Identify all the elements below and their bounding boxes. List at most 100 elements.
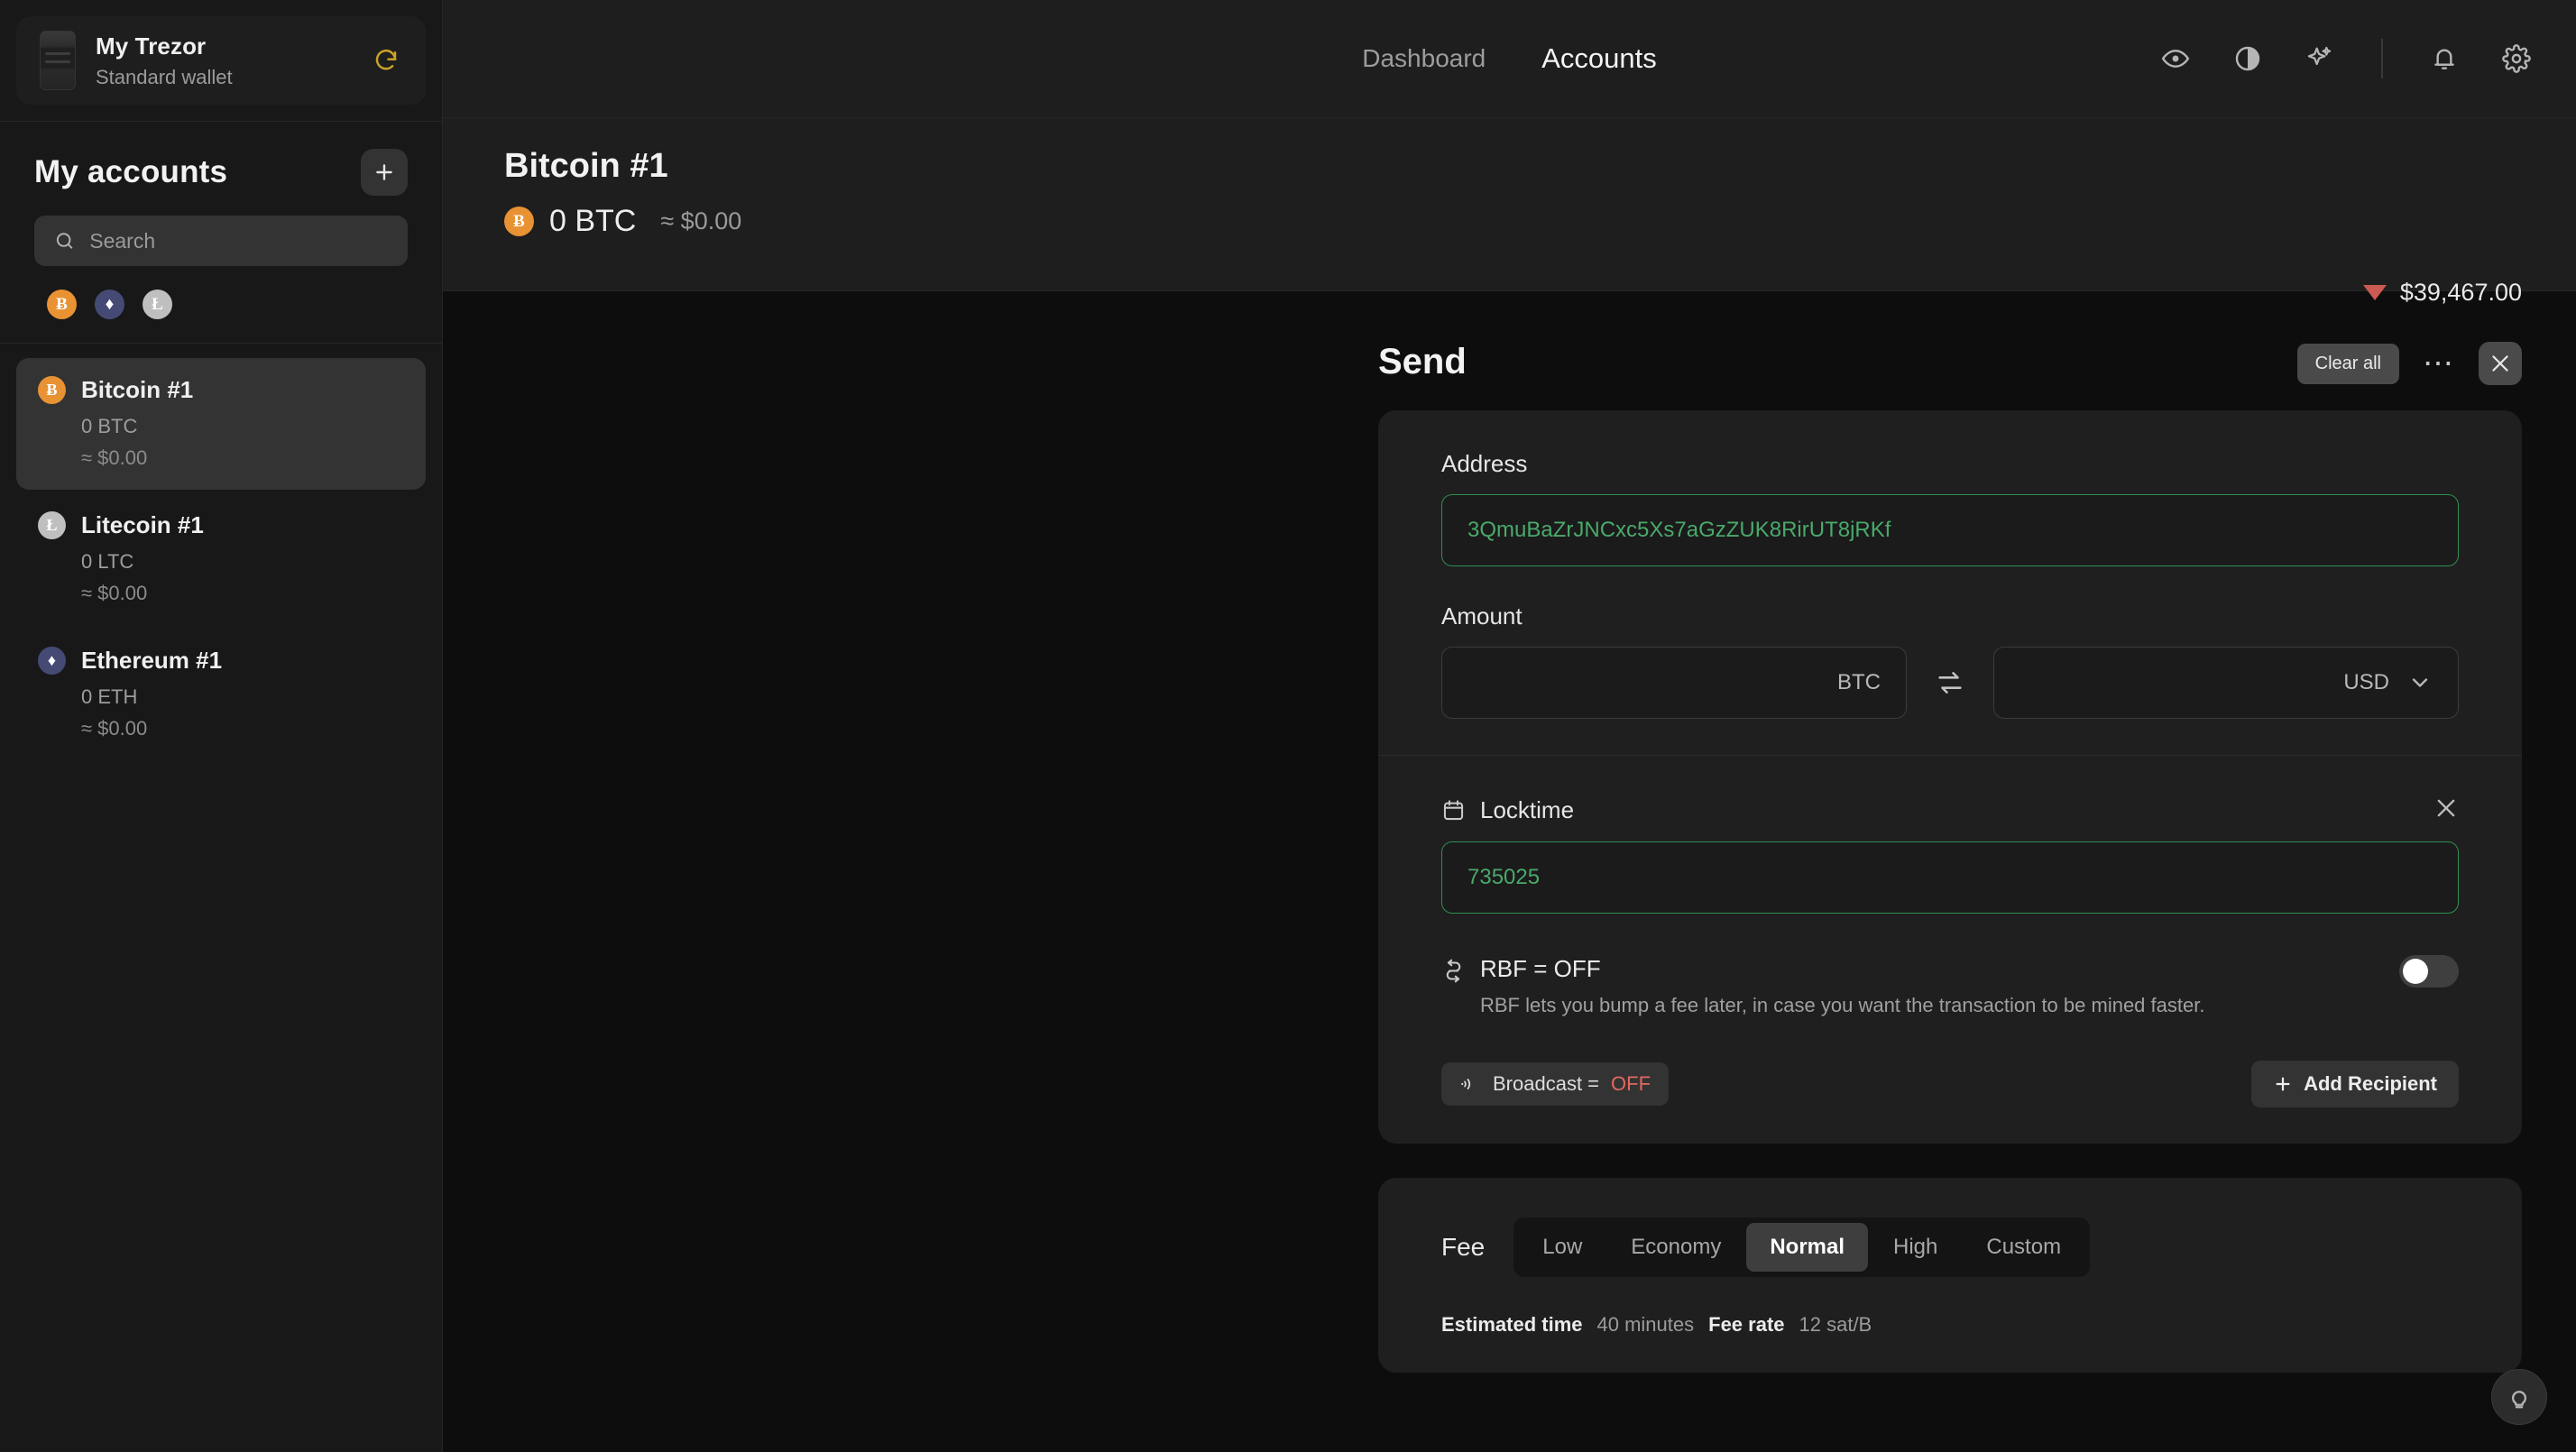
litecoin-icon: Ł bbox=[152, 294, 163, 314]
fee-row: Fee Low Economy Normal High Custom bbox=[1441, 1218, 2459, 1277]
accounts-header: My accounts bbox=[0, 122, 442, 196]
coin-glyph: Ƀ bbox=[513, 211, 525, 231]
sparkle-icon[interactable] bbox=[2298, 37, 2341, 80]
send-form-card: Address 3QmuBaZrJNCxc5Xs7aGzZUK8RirUT8jR… bbox=[1378, 410, 2522, 1144]
plus-icon bbox=[376, 164, 392, 180]
add-recipient-button[interactable]: Add Recipient bbox=[2251, 1061, 2459, 1107]
locktime-label: Locktime bbox=[1480, 796, 1575, 823]
coin-filter-ethereum[interactable]: ♦ bbox=[95, 289, 124, 319]
ethereum-icon: ♦ bbox=[105, 294, 115, 314]
broadcast-toggle-badge[interactable]: Broadcast = OFF bbox=[1441, 1062, 1670, 1106]
locktime-value: 735025 bbox=[1467, 865, 1541, 889]
add-recipient-label: Add Recipient bbox=[2304, 1072, 2437, 1095]
fee-card: Fee Low Economy Normal High Custom Estim… bbox=[1378, 1178, 2522, 1373]
eye-icon[interactable] bbox=[2154, 37, 2197, 80]
close-icon bbox=[2492, 355, 2508, 372]
fee-tab-low[interactable]: Low bbox=[1519, 1223, 1605, 1272]
close-send-button[interactable] bbox=[2479, 342, 2522, 385]
sidebar: My Trezor Standard wallet My accounts Se… bbox=[0, 0, 443, 1452]
coin-filter-row: Ƀ ♦ Ł bbox=[0, 266, 442, 319]
device-name: My Trezor bbox=[96, 32, 207, 60]
amount-crypto-input[interactable]: BTC bbox=[1441, 647, 1907, 719]
account-name-row: Ł Litecoin #1 bbox=[38, 511, 404, 539]
tab-accounts[interactable]: Accounts bbox=[1541, 42, 1657, 75]
account-balance-fiat: ≈ $0.00 bbox=[660, 207, 742, 234]
bitcoin-icon: Ƀ bbox=[504, 207, 534, 236]
fee-level-tabs: Low Economy Normal High Custom bbox=[1513, 1218, 2091, 1277]
search-input[interactable] bbox=[89, 228, 388, 253]
contrast-icon[interactable] bbox=[2226, 37, 2269, 80]
send-header: Send Clear all ⋯ bbox=[443, 291, 2576, 385]
account-name: Ethereum #1 bbox=[81, 647, 223, 674]
main-area: Dashboard Accounts Bitcoin #1 Ƀ 0 BTC ≈ … bbox=[443, 0, 2576, 1452]
fee-tab-high[interactable]: High bbox=[1870, 1223, 1961, 1272]
toggle-knob bbox=[2403, 959, 2428, 984]
amount-row: BTC USD bbox=[1441, 647, 2459, 719]
account-fiat: ≈ $0.00 bbox=[81, 582, 148, 604]
tab-dashboard[interactable]: Dashboard bbox=[1362, 44, 1486, 73]
device-meta: My Trezor Standard wallet bbox=[96, 32, 350, 89]
close-icon bbox=[2437, 799, 2455, 817]
coin-filter-bitcoin[interactable]: Ƀ bbox=[47, 289, 77, 319]
bitcoin-icon: Ƀ bbox=[38, 376, 66, 404]
fee-meta-row: Estimated time 40 minutes Fee rate 12 sa… bbox=[1441, 1313, 2459, 1337]
fee-rate-label: Fee rate bbox=[1708, 1313, 1785, 1336]
amount-fiat-input[interactable]: USD bbox=[1993, 647, 2459, 719]
chevron-down-icon[interactable] bbox=[2407, 670, 2433, 695]
search-box[interactable] bbox=[34, 216, 408, 266]
more-options-icon[interactable]: ⋯ bbox=[2419, 348, 2459, 379]
rbf-description: RBF lets you bump a fee later, in case y… bbox=[1480, 994, 2205, 1016]
sidebar-account-bitcoin-1[interactable]: Ƀ Bitcoin #1 0 BTC ≈ $0.00 bbox=[16, 358, 426, 490]
account-fiat: ≈ $0.00 bbox=[81, 446, 148, 469]
litecoin-icon: Ł bbox=[38, 511, 66, 539]
app-root: My Trezor Standard wallet My accounts Se… bbox=[0, 0, 2576, 1452]
rbf-toggle[interactable] bbox=[2399, 955, 2459, 988]
coin-filter-litecoin[interactable]: Ł bbox=[143, 289, 172, 319]
clear-all-button[interactable]: Clear all bbox=[2296, 343, 2399, 384]
account-fiat: ≈ $0.00 bbox=[81, 717, 148, 740]
bitcoin-icon: Ƀ bbox=[56, 294, 68, 314]
account-balance-row: Ƀ 0 BTC ≈ $0.00 bbox=[504, 204, 2522, 239]
send-header-actions: Clear all ⋯ bbox=[2296, 342, 2522, 385]
locktime-input[interactable]: 735025 bbox=[1441, 841, 2459, 914]
address-label: Address bbox=[1441, 450, 1528, 477]
locktime-header: Locktime bbox=[1441, 795, 2459, 825]
gear-icon[interactable] bbox=[2495, 37, 2538, 80]
address-input[interactable]: 3QmuBaZrJNCxc5Xs7aGzZUK8RirUT8jRKf bbox=[1441, 494, 2459, 566]
fee-section: Fee Low Economy Normal High Custom Estim… bbox=[1378, 1178, 2522, 1373]
account-name: Bitcoin #1 bbox=[81, 376, 194, 403]
topbar-actions bbox=[2154, 37, 2576, 80]
search-wrapper bbox=[0, 196, 442, 266]
swap-icon[interactable] bbox=[1907, 667, 1993, 698]
bell-icon[interactable] bbox=[2423, 37, 2466, 80]
account-title: Bitcoin #1 bbox=[504, 147, 668, 185]
outputs-section: Address 3QmuBaZrJNCxc5Xs7aGzZUK8RirUT8jR… bbox=[1378, 410, 2522, 755]
fee-tab-economy[interactable]: Economy bbox=[1607, 1223, 1744, 1272]
fee-tab-custom[interactable]: Custom bbox=[1963, 1223, 2084, 1272]
toolbar-divider bbox=[2381, 39, 2383, 78]
rbf-title: RBF = OFF bbox=[1480, 955, 1601, 982]
remove-locktime-button[interactable] bbox=[2433, 795, 2459, 825]
top-navigation-bar: Dashboard Accounts bbox=[443, 0, 2576, 118]
fee-tab-normal[interactable]: Normal bbox=[1746, 1223, 1869, 1272]
refresh-icon[interactable] bbox=[370, 44, 402, 77]
sidebar-account-ethereum-1[interactable]: ♦ Ethereum #1 0 ETH ≈ $0.00 bbox=[16, 629, 426, 760]
rbf-text-block: RBF = OFF RBF lets you bump a fee later,… bbox=[1480, 955, 2204, 1017]
device-subtitle: Standard wallet bbox=[96, 65, 233, 88]
send-title: Send bbox=[1378, 342, 1467, 381]
content-scroll-area: Send Clear all ⋯ Address 3QmuBaZrJNCxc5X… bbox=[443, 291, 2576, 1452]
broadcast-state: OFF bbox=[1611, 1072, 1651, 1095]
fee-label: Fee bbox=[1441, 1233, 1486, 1261]
coin-glyph: Ƀ bbox=[46, 381, 58, 399]
help-button[interactable] bbox=[2491, 1369, 2547, 1425]
rbf-row: RBF = OFF RBF lets you bump a fee later,… bbox=[1441, 955, 2459, 1017]
options-section: Locktime 735025 RBF = OFF RBF lets you b… bbox=[1378, 756, 2522, 1144]
plus-icon bbox=[2276, 1077, 2290, 1091]
add-account-button[interactable] bbox=[361, 149, 408, 196]
broadcast-icon bbox=[1461, 1079, 1471, 1089]
rbf-icon bbox=[1441, 959, 1466, 988]
device-card[interactable]: My Trezor Standard wallet bbox=[16, 16, 426, 105]
search-icon bbox=[56, 233, 73, 249]
sidebar-account-litecoin-1[interactable]: Ł Litecoin #1 0 LTC ≈ $0.00 bbox=[16, 493, 426, 625]
trezor-device-image bbox=[40, 31, 76, 90]
